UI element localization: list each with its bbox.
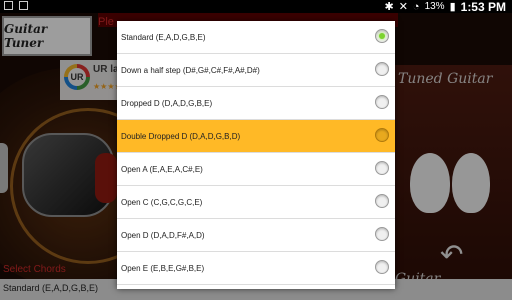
tuning-option-label: Down a half step (D#,G#,C#,F#,A#,D#): [121, 65, 260, 75]
radio-button[interactable]: [375, 95, 389, 109]
radio-button[interactable]: [375, 260, 389, 274]
radio-button[interactable]: [375, 29, 389, 43]
battery-icon: ▮: [449, 1, 456, 13]
tuning-option-label: Open A (E,A,E,A,C#,E): [121, 164, 203, 174]
radio-button[interactable]: [375, 194, 389, 208]
tuning-option-label: Open D (D,A,D,F#,A,D): [121, 230, 205, 240]
mute-icon: ✕: [398, 1, 408, 13]
radio-button[interactable]: [375, 128, 389, 142]
status-right: ✱ ✕ ◔ 13% ▮ 1:53 PM: [384, 0, 506, 14]
notification-icon: [4, 1, 13, 10]
tuning-option-label: Dropped D (D,A,D,G,B,E): [121, 98, 213, 108]
tuning-option[interactable]: Open A (E,A,E,A,C#,E): [117, 153, 395, 186]
bluetooth-icon: ✱: [384, 1, 394, 13]
tuning-option[interactable]: Dropped D (D,A,D,G,B,E): [117, 87, 395, 120]
tuning-option[interactable]: Standard (E,A,D,G,B,E): [117, 21, 395, 54]
tuning-option-label: Open E (E,B,E,G#,B,E): [121, 263, 205, 273]
tuning-list: Standard (E,A,D,G,B,E) Down a half step (…: [117, 21, 395, 285]
tuning-option[interactable]: Open E (E,B,E,G#,B,E): [117, 252, 395, 285]
tuning-option-label: Double Dropped D (D,A,D,G,B,D): [121, 131, 241, 141]
radio-button[interactable]: [375, 161, 389, 175]
tuning-list-dialog: Standard (E,A,D,G,B,E) Down a half step (…: [117, 21, 395, 289]
tuning-option-label: Open C (C,G,C,G,C,E): [121, 197, 203, 207]
battery-percent: 13%: [424, 1, 445, 12]
tuning-option-label: Standard (E,A,D,G,B,E): [121, 32, 206, 42]
status-left-icons: [4, 1, 28, 10]
image-icon: [19, 1, 28, 10]
radio-button[interactable]: [375, 227, 389, 241]
clock: 1:53 PM: [460, 0, 506, 14]
wifi-icon: ◔: [412, 0, 420, 13]
status-bar: ✱ ✕ ◔ 13% ▮ 1:53 PM: [0, 0, 512, 14]
radio-button[interactable]: [375, 62, 389, 76]
tuning-option[interactable]: Down a half step (D#,G#,C#,F#,A#,D#): [117, 54, 395, 87]
tuning-option[interactable]: Double Dropped D (D,A,D,G,B,D): [117, 120, 395, 153]
tuning-option[interactable]: Open C (C,G,C,G,C,E): [117, 186, 395, 219]
tuning-option[interactable]: Open D (D,A,D,F#,A,D): [117, 219, 395, 252]
